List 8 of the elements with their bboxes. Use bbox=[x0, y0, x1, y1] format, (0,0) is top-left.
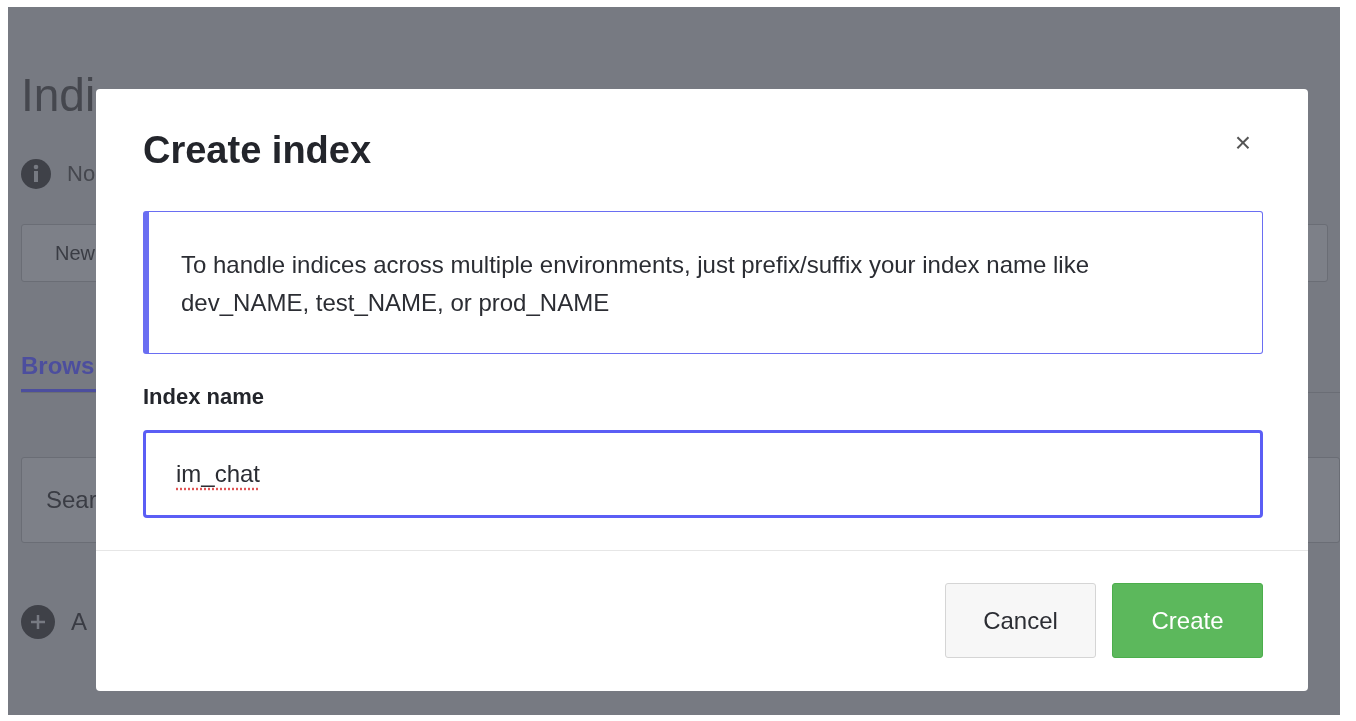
dialog-title: Create index bbox=[143, 128, 372, 172]
cancel-button[interactable]: Cancel bbox=[945, 583, 1096, 658]
close-button[interactable]: × bbox=[1222, 127, 1263, 173]
info-icon bbox=[21, 159, 51, 189]
input-field[interactable]: im_chat bbox=[143, 430, 1263, 518]
field-label: Index name bbox=[143, 384, 266, 410]
plus-icon[interactable] bbox=[21, 605, 55, 639]
hint-text: To handle indices across multiple environments, just prefix/suffix your index name like dev_NAME, test_NAME, or prod_NAME bbox=[143, 211, 1263, 354]
